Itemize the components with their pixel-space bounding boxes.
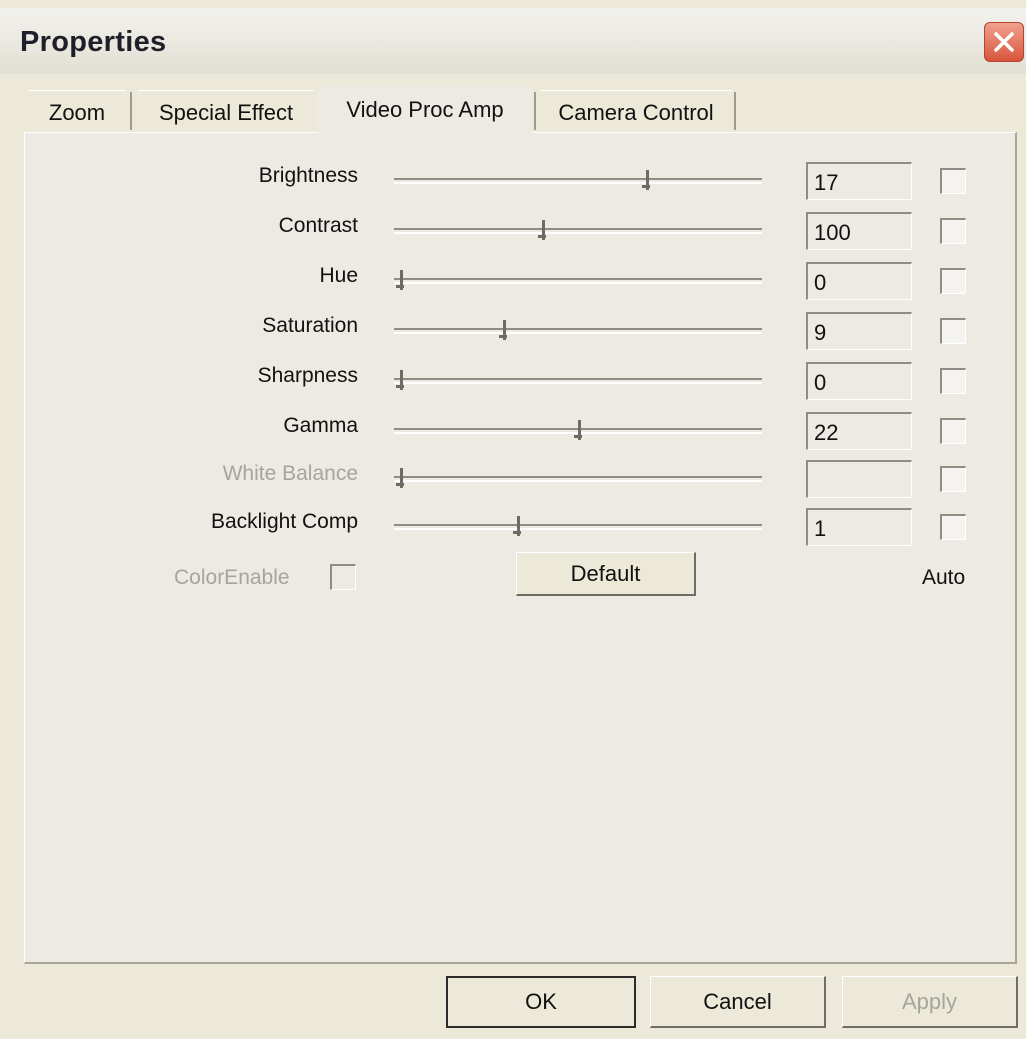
sharpness-label: Sharpness (257, 364, 358, 387)
sharpness-slider-thumb[interactable] (396, 370, 406, 390)
brightness-value-field[interactable]: 17 (806, 162, 912, 200)
backlight-comp-auto-checkbox[interactable] (940, 514, 966, 540)
backlight-comp-value-field[interactable]: 1 (806, 508, 912, 546)
saturation-slider-track[interactable] (394, 328, 762, 334)
cancel-button[interactable]: Cancel (650, 976, 826, 1028)
contrast-slider-thumb[interactable] (538, 220, 548, 240)
backlight-comp-slider-thumb[interactable] (513, 516, 523, 536)
white-balance-value-field[interactable] (806, 460, 912, 498)
white-balance-slider-thumb[interactable] (396, 468, 406, 488)
gamma-value-field[interactable]: 22 (806, 412, 912, 450)
white-balance-label: White Balance (222, 462, 358, 485)
tab-camera-control[interactable]: Camera Control (540, 90, 732, 134)
contrast-label: Contrast (278, 214, 358, 237)
tab-label: Video Proc Amp (346, 97, 504, 122)
gamma-auto-checkbox[interactable] (940, 418, 966, 444)
tab-divider (734, 92, 736, 130)
saturation-label: Saturation (262, 314, 358, 337)
hue-slider-thumb[interactable] (396, 270, 406, 290)
close-icon (994, 32, 1014, 52)
apply-button[interactable]: Apply (842, 976, 1018, 1028)
brightness-auto-checkbox[interactable] (940, 168, 966, 194)
tab-label: Special Effect (158, 99, 294, 125)
backlight-comp-slider-track[interactable] (394, 524, 762, 530)
backlight-comp-label: Backlight Comp (210, 510, 358, 533)
title-bar: Properties (0, 8, 1026, 74)
hue-slider-track[interactable] (394, 278, 762, 284)
gamma-slider-thumb[interactable] (574, 420, 584, 440)
tab-divider (130, 92, 132, 130)
close-button[interactable] (984, 22, 1024, 62)
brightness-slider-thumb[interactable] (641, 170, 652, 190)
saturation-value-field[interactable]: 9 (806, 312, 912, 350)
tab-label: Zoom (48, 99, 106, 125)
brightness-slider-track[interactable] (394, 178, 762, 184)
sharpness-value-field[interactable]: 0 (806, 362, 912, 400)
hue-value-field[interactable]: 0 (806, 262, 912, 300)
color-enable-checkbox[interactable] (330, 564, 356, 590)
default-button[interactable]: Default (516, 552, 696, 596)
tab-label: Camera Control (558, 99, 714, 125)
ok-button[interactable]: OK (446, 976, 636, 1028)
contrast-slider-track[interactable] (394, 228, 762, 234)
saturation-auto-checkbox[interactable] (940, 318, 966, 344)
auto-column-header: Auto (922, 566, 966, 589)
saturation-slider-thumb[interactable] (499, 320, 509, 340)
video-proc-amp-panel (24, 132, 1017, 964)
tab-divider (534, 92, 536, 130)
white-balance-slider-track[interactable] (394, 476, 762, 482)
tab-special-effect[interactable]: Special Effect (138, 90, 314, 134)
contrast-value-field[interactable]: 100 (806, 212, 912, 250)
hue-label: Hue (319, 264, 358, 287)
tab-video-proc-amp[interactable]: Video Proc Amp (318, 86, 532, 134)
sharpness-slider-track[interactable] (394, 378, 762, 384)
hue-auto-checkbox[interactable] (940, 268, 966, 294)
window-title: Properties (20, 26, 167, 58)
sharpness-auto-checkbox[interactable] (940, 368, 966, 394)
tab-zoom[interactable]: Zoom (28, 90, 126, 134)
contrast-auto-checkbox[interactable] (940, 218, 966, 244)
white-balance-auto-checkbox[interactable] (940, 466, 966, 492)
brightness-label: Brightness (258, 164, 358, 187)
color-enable-label: ColorEnable (174, 566, 290, 589)
gamma-label: Gamma (283, 414, 358, 437)
properties-dialog: Properties Zoom Special Effect Video Pro… (0, 0, 1026, 1039)
